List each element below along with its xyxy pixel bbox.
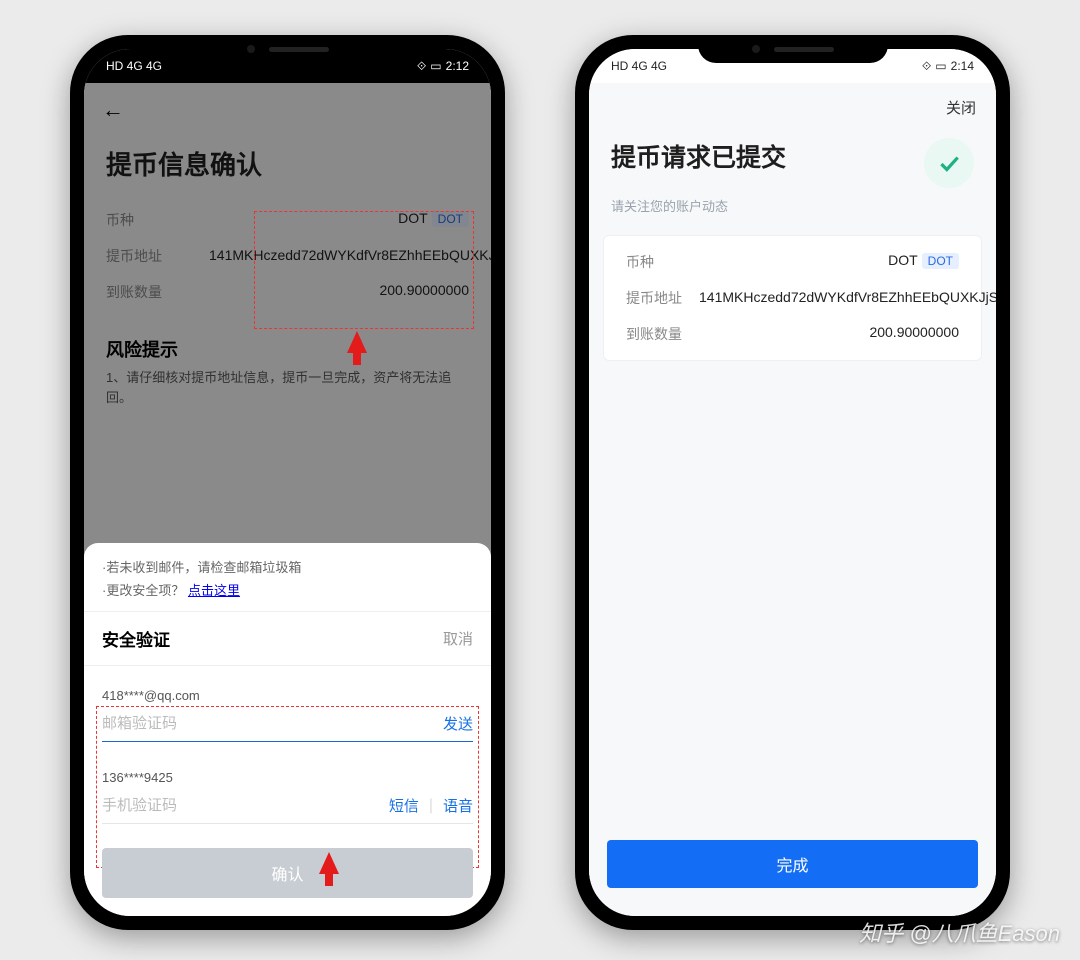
status-time: 2:12 — [446, 59, 469, 73]
coin-tag: DOT — [922, 253, 959, 269]
watermark: 知乎 @八爪鱼Eason — [859, 916, 1060, 948]
annotation-arrow-icon — [347, 331, 367, 353]
email-label: 418****@qq.com — [102, 688, 473, 703]
status-network: HD 4G 4G — [106, 59, 162, 73]
sheet-title: 安全验证 — [102, 626, 170, 651]
done-button[interactable]: 完成 — [607, 840, 978, 888]
address-value: 141MKHczedd72dWYKdfVr8EZhhEEbQUXKJjSNLVg… — [699, 288, 959, 308]
phone-label: 136****9425 — [102, 770, 473, 785]
success-subtitle: 请关注您的账户动态 — [589, 196, 996, 235]
close-button[interactable]: 关闭 — [589, 83, 996, 122]
hint-mail: ·若未收到邮件，请检查邮箱垃圾箱 — [84, 543, 491, 578]
coin-label: 币种 — [626, 252, 654, 272]
separator: | — [429, 797, 433, 815]
confirm-button[interactable]: 确认 — [102, 848, 473, 898]
success-check-icon — [924, 138, 974, 188]
send-email-button[interactable]: 发送 — [443, 713, 473, 734]
email-code-input[interactable] — [102, 715, 443, 732]
risk-title: 风险提示 — [84, 310, 491, 368]
amount-label: 到账数量 — [626, 324, 682, 344]
notch — [193, 35, 383, 63]
verification-sheet: ·若未收到邮件，请检查邮箱垃圾箱 ·更改安全项？ 点击这里 安全验证 取消 41… — [84, 543, 491, 916]
address-label: 提币地址 — [106, 246, 162, 266]
amount-label: 到账数量 — [106, 282, 162, 302]
page-title: 提币信息确认 — [84, 127, 491, 202]
mute-icon: ⟐ — [417, 59, 426, 74]
send-voice-button[interactable]: 语音 — [443, 795, 473, 816]
phone-mockup-left: HD 4G 4G ⟐ ▭ 2:12 ← 提币信息确认 币种 DOTDOT 提币地 — [70, 35, 505, 930]
coin-tag: DOT — [432, 211, 469, 227]
status-time: 2:14 — [951, 59, 974, 73]
phone-code-input[interactable] — [102, 797, 389, 814]
status-network: HD 4G 4G — [611, 59, 667, 73]
change-security-link[interactable]: 点击这里 — [188, 583, 240, 598]
phone-mockup-right: HD 4G 4G ⟐ ▭ 2:14 关闭 提币请求已提交 请关注您的账户动态 币… — [575, 35, 1010, 930]
send-sms-button[interactable]: 短信 — [389, 795, 419, 816]
success-title: 提币请求已提交 — [611, 138, 786, 174]
amount-value: 200.90000000 — [379, 282, 469, 302]
hint-change: ·更改安全项？ 点击这里 — [84, 578, 491, 611]
notch — [698, 35, 888, 63]
cancel-button[interactable]: 取消 — [443, 628, 473, 649]
address-label: 提币地址 — [626, 288, 682, 308]
coin-label: 币种 — [106, 210, 134, 230]
mute-icon: ⟐ — [922, 59, 931, 74]
battery-icon: ▭ — [430, 59, 441, 73]
battery-icon: ▭ — [935, 59, 946, 73]
address-value: 141MKHczedd72dWYKdfVr8EZhhEEbQUXKJjSNLVg… — [209, 246, 469, 266]
back-button[interactable]: ← — [84, 83, 491, 127]
coin-value: DOTDOT — [888, 252, 959, 272]
amount-value: 200.90000000 — [869, 324, 959, 344]
annotation-arrow-icon — [319, 852, 339, 874]
coin-value: DOTDOT — [398, 210, 469, 230]
summary-card: 币种 DOTDOT 提币地址 141MKHczedd72dWYKdfVr8EZh… — [603, 235, 982, 361]
risk-text: 1、请仔细核对提币地址信息，提币一旦完成，资产将无法追回。 — [84, 368, 491, 407]
